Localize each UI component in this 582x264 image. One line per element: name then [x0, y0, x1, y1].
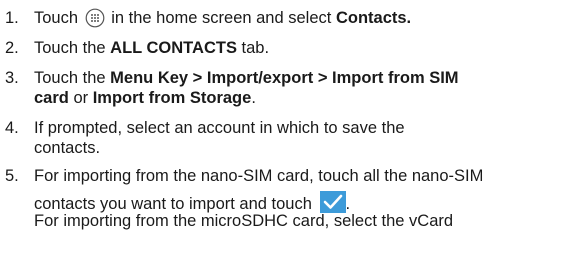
step-text-line-3: For importing from the microSDHC card, s…	[34, 212, 454, 230]
step-text-line-1: Touch the Menu Key > Import/export > Imp…	[34, 69, 459, 87]
step-5: 5. For importing from the nano-SIM card,…	[0, 166, 582, 264]
step-number: 3.	[5, 69, 19, 87]
step-2: 2. Touch the ALL CONTACTS tab.	[0, 38, 582, 60]
step-3: 3. Touch the Menu Key > Import/export > …	[0, 68, 582, 110]
step-text-line-1: If prompted, select an account in which …	[34, 119, 405, 137]
step-1: 1. Touch in the home screen and select C…	[0, 8, 582, 30]
step-number: 2.	[5, 39, 19, 57]
step-text: Touch in the home screen and select Cont…	[34, 8, 412, 28]
step-number: 4.	[5, 119, 19, 137]
step-number: 5.	[5, 167, 19, 185]
step-number: 1.	[5, 9, 19, 27]
step-text: Touch the ALL CONTACTS tab.	[34, 39, 270, 57]
step-text-line-1: For importing from the nano-SIM card, to…	[34, 167, 484, 185]
apps-icon	[85, 8, 105, 28]
step-text-line-2: card or Import from Storage.	[34, 89, 256, 107]
step-4: 4. If prompted, select an account in whi…	[0, 118, 582, 160]
checkmark-icon	[319, 191, 346, 213]
step-text-line-2: contacts.	[34, 139, 101, 157]
